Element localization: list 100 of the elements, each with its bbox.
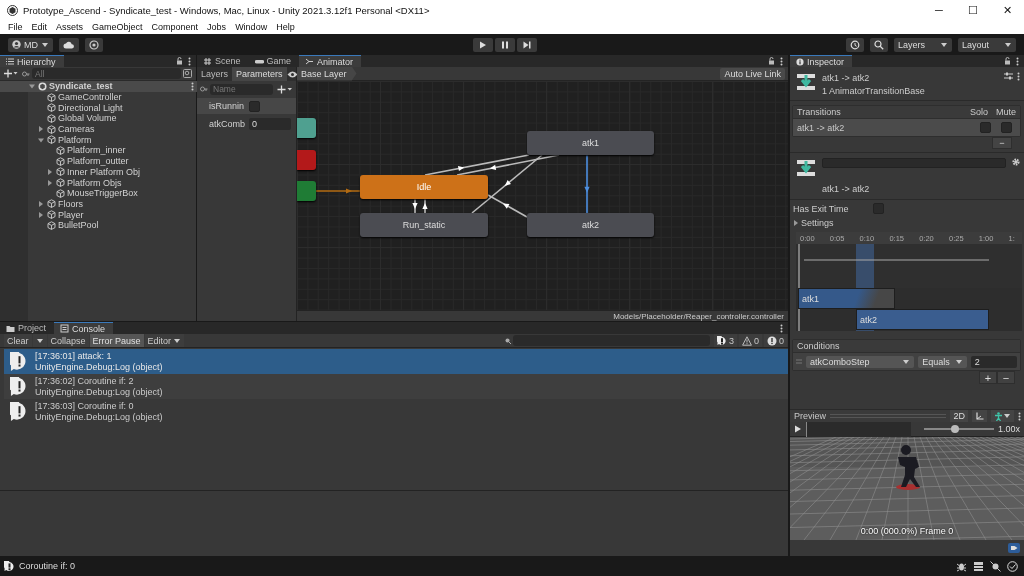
more-icon[interactable] xyxy=(1018,411,1021,421)
transition-arrow[interactable] xyxy=(471,154,543,214)
value-field[interactable]: 2 xyxy=(970,355,1017,368)
log-entry[interactable]: [17:36:02] Coroutine if: 2 UnityEngine.Debug:Log (object) xyxy=(4,374,788,399)
live-link-button[interactable]: Auto Live Link xyxy=(720,67,785,80)
hierarchy-item[interactable]: Global Volume xyxy=(0,113,196,124)
transition-arrow[interactable] xyxy=(456,154,560,176)
state-node[interactable]: Run_static xyxy=(360,213,488,237)
stack-icon[interactable] xyxy=(973,560,984,572)
search-button[interactable] xyxy=(870,37,888,52)
clear-button[interactable]: Clear xyxy=(4,334,32,347)
panel-tab[interactable]: Scene xyxy=(197,55,249,67)
hierarchy-item[interactable]: MouseTriggerBox xyxy=(0,187,196,199)
panel-tab[interactable]: Animator xyxy=(299,55,362,67)
lock-icon[interactable] xyxy=(1004,57,1011,65)
panel-tab[interactable]: Game xyxy=(248,55,300,67)
clear-options-dropdown[interactable] xyxy=(32,334,47,347)
any-state-node[interactable] xyxy=(297,118,316,138)
lock-icon[interactable] xyxy=(768,57,775,65)
play-icon[interactable] xyxy=(794,425,802,433)
state-node[interactable]: atk2 xyxy=(527,213,654,237)
pause-button[interactable] xyxy=(494,37,515,52)
transition-arrow[interactable] xyxy=(487,194,528,218)
panel-tab[interactable]: Console xyxy=(54,322,114,334)
toggle-button[interactable]: Error Pause xyxy=(89,334,144,347)
editor-dropdown[interactable]: Editor xyxy=(144,334,185,347)
search-field[interactable]: Name xyxy=(210,83,273,95)
more-icon[interactable] xyxy=(191,81,194,91)
mode-button[interactable]: 2D xyxy=(950,410,968,422)
menu-item[interactable]: Component xyxy=(151,22,199,32)
search-field[interactable]: All xyxy=(32,68,181,79)
menu-item[interactable]: Jobs xyxy=(207,22,227,32)
menu-item[interactable]: Edit xyxy=(31,22,48,32)
exit-node[interactable] xyxy=(297,150,316,170)
info-count-toggle[interactable]: 3 xyxy=(713,334,737,347)
hierarchy-item[interactable]: Platform Objs xyxy=(0,177,196,188)
menu-item[interactable]: Assets xyxy=(56,22,84,32)
preset-icon[interactable] xyxy=(1004,72,1013,80)
more-icon[interactable] xyxy=(780,56,783,66)
error-count-toggle[interactable]: 0 xyxy=(764,334,787,347)
pivot-button[interactable] xyxy=(972,410,987,422)
parameter-dropdown[interactable]: atkComboStep xyxy=(806,355,915,368)
minimize-button[interactable]: ─ xyxy=(922,4,956,16)
panel-tab[interactable]: Inspector xyxy=(790,55,853,67)
eye-icon[interactable] xyxy=(286,70,298,78)
hierarchy-item[interactable]: BulletPool xyxy=(0,219,196,231)
hierarchy-item[interactable]: Cameras xyxy=(0,123,196,135)
collab-button[interactable] xyxy=(85,37,103,52)
account-dropdown[interactable]: MD xyxy=(8,37,53,52)
side-tab[interactable]: Layers xyxy=(197,67,232,81)
add-dropdown[interactable] xyxy=(4,69,18,78)
menu-item[interactable]: File xyxy=(8,22,23,32)
menu-item[interactable]: GameObject xyxy=(92,22,143,32)
hierarchy-item[interactable]: Player xyxy=(0,209,196,220)
state-node[interactable]: Idle xyxy=(360,175,488,199)
slider-thumb[interactable] xyxy=(951,425,960,433)
menu-item[interactable]: Window xyxy=(235,22,268,32)
add-button[interactable]: + xyxy=(979,371,997,384)
more-icon[interactable] xyxy=(1016,56,1019,66)
hierarchy-item[interactable]: Directional Light xyxy=(0,102,196,114)
state-node[interactable]: atk1 xyxy=(527,131,654,155)
step-button[interactable] xyxy=(516,37,537,52)
avatar-dropdown[interactable] xyxy=(991,410,1014,422)
tag-icon[interactable] xyxy=(1008,543,1020,553)
remove-button[interactable]: − xyxy=(997,371,1015,384)
more-icon[interactable] xyxy=(780,323,783,333)
layers-dropdown[interactable]: Layers xyxy=(894,37,952,52)
checkbox[interactable] xyxy=(980,122,991,133)
hierarchy-item[interactable]: Platform xyxy=(0,134,196,146)
log-entry[interactable]: [17:36:03] Coroutine if: 0 UnityEngine.Debug:Log (object) xyxy=(4,399,788,424)
layout-dropdown[interactable]: Layout xyxy=(958,37,1016,52)
entry-node[interactable] xyxy=(297,181,316,201)
scene-row[interactable]: Syndicate_test xyxy=(0,81,197,92)
settings-foldout[interactable]: Settings xyxy=(790,217,1024,228)
remove-button[interactable]: − xyxy=(992,137,1012,149)
checkbox[interactable] xyxy=(249,100,260,112)
hierarchy-item[interactable]: Platform_inner xyxy=(0,145,196,156)
more-icon[interactable] xyxy=(1017,72,1020,81)
maximize-button[interactable]: ☐ xyxy=(956,3,990,17)
hierarchy-item[interactable]: GameController xyxy=(0,91,196,103)
search-field[interactable] xyxy=(512,335,710,346)
transition-arrow[interactable] xyxy=(424,154,530,176)
add-dropdown[interactable] xyxy=(277,84,293,94)
close-button[interactable]: ✕ xyxy=(990,3,1024,17)
operator-dropdown[interactable]: Equals xyxy=(918,355,967,368)
hierarchy-item[interactable]: Floors xyxy=(0,198,196,210)
log-entry[interactable]: [17:36:01] attack: 1 UnityEngine.Debug:Log (object) xyxy=(4,349,788,374)
warning-count-toggle[interactable]: 0 xyxy=(738,334,762,347)
panel-tab[interactable]: Hierarchy xyxy=(0,55,64,67)
play-button[interactable] xyxy=(472,37,493,52)
lock-icon[interactable] xyxy=(176,57,183,65)
checkbox[interactable] xyxy=(1001,122,1012,133)
panel-tab[interactable]: Project xyxy=(0,322,54,334)
hierarchy-item[interactable]: Inner Platform Obj xyxy=(0,166,196,178)
history-button[interactable] xyxy=(846,37,864,52)
hierarchy-item[interactable]: Platform_outter xyxy=(0,155,196,167)
scan-icon[interactable] xyxy=(990,560,1001,572)
value-field[interactable]: 0 xyxy=(249,118,291,130)
menu-item[interactable]: Help xyxy=(276,22,295,32)
more-icon[interactable] xyxy=(188,56,191,66)
